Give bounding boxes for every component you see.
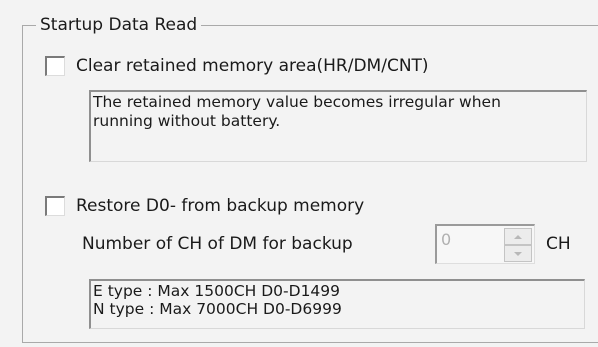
note-line: running without battery. <box>93 112 281 130</box>
spin-down-arrow-icon[interactable] <box>504 245 532 262</box>
clear-retained-note-box: The retained memory value becomes irregu… <box>89 90 587 162</box>
restore-backup-label[interactable]: Restore D0- from backup memory <box>76 194 364 218</box>
restore-backup-checkbox[interactable] <box>45 196 65 216</box>
backup-ch-spinner[interactable]: 0 <box>435 224 535 264</box>
type-info-line: N type : Max 7000CH D0-D6999 <box>93 300 342 318</box>
backup-ch-count-label: Number of CH of DM for backup <box>82 234 353 254</box>
type-info-box: E type : Max 1500CH D0-D1499 N type : Ma… <box>89 279 585 329</box>
clear-retained-memory-label[interactable]: Clear retained memory area(HR/DM/CNT) <box>76 54 429 78</box>
backup-ch-value[interactable]: 0 <box>441 230 451 249</box>
spin-up-arrow-icon[interactable] <box>504 228 532 245</box>
type-info-line: E type : Max 1500CH D0-D1499 <box>93 282 341 300</box>
note-line: The retained memory value becomes irregu… <box>93 93 501 111</box>
group-title: Startup Data Read <box>36 13 202 37</box>
startup-data-read-panel: Startup Data Read Clear retained memory … <box>0 0 598 347</box>
clear-retained-memory-checkbox[interactable] <box>45 56 65 76</box>
ch-unit-label: CH <box>546 234 571 254</box>
spinner-buttons <box>504 228 532 262</box>
